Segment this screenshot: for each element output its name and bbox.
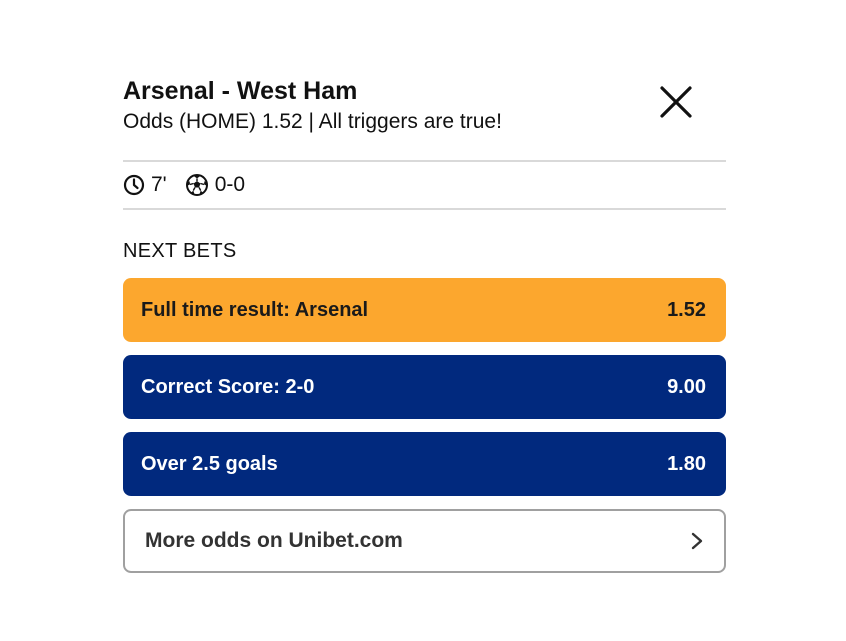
soccer-ball-icon (185, 174, 208, 196)
bet-option-full-time-result[interactable]: Full time result: Arsenal 1.52 (123, 278, 726, 342)
bottom-divider (123, 208, 726, 210)
more-odds-button[interactable]: More odds on Unibet.com (123, 509, 726, 573)
header: Arsenal - West Ham Odds (HOME) 1.52 | Al… (123, 76, 726, 160)
close-icon (660, 86, 692, 118)
match-score-value: 0-0 (214, 173, 246, 196)
bet-label: Full time result: Arsenal (141, 298, 369, 321)
match-score: 0-0 (185, 173, 245, 197)
more-odds-label: More odds on Unibet.com (145, 529, 403, 552)
match-status: 7' 0-0 (123, 162, 726, 208)
chevron-right-icon (691, 532, 703, 550)
clock-icon (123, 174, 145, 196)
next-bets-heading: NEXT BETS (123, 240, 237, 262)
match-subtitle: Odds (HOME) 1.52 | All triggers are true… (123, 110, 502, 133)
bets-list: Full time result: Arsenal 1.52 Correct S… (123, 278, 726, 496)
bet-notification-card: Arsenal - West Ham Odds (HOME) 1.52 | Al… (123, 76, 726, 573)
match-title: Arsenal - West Ham (123, 77, 358, 105)
match-time-value: 7' (151, 173, 167, 196)
bet-option-over-goals[interactable]: Over 2.5 goals 1.80 (123, 432, 726, 496)
bet-odds: 9.00 (667, 375, 706, 398)
bet-label: Correct Score: 2-0 (141, 375, 315, 398)
bet-odds: 1.80 (667, 452, 706, 475)
bet-odds: 1.52 (667, 298, 706, 321)
bet-label: Over 2.5 goals (141, 452, 278, 475)
bet-option-correct-score[interactable]: Correct Score: 2-0 9.00 (123, 355, 726, 419)
match-time: 7' (123, 173, 167, 197)
close-button[interactable] (658, 84, 694, 120)
